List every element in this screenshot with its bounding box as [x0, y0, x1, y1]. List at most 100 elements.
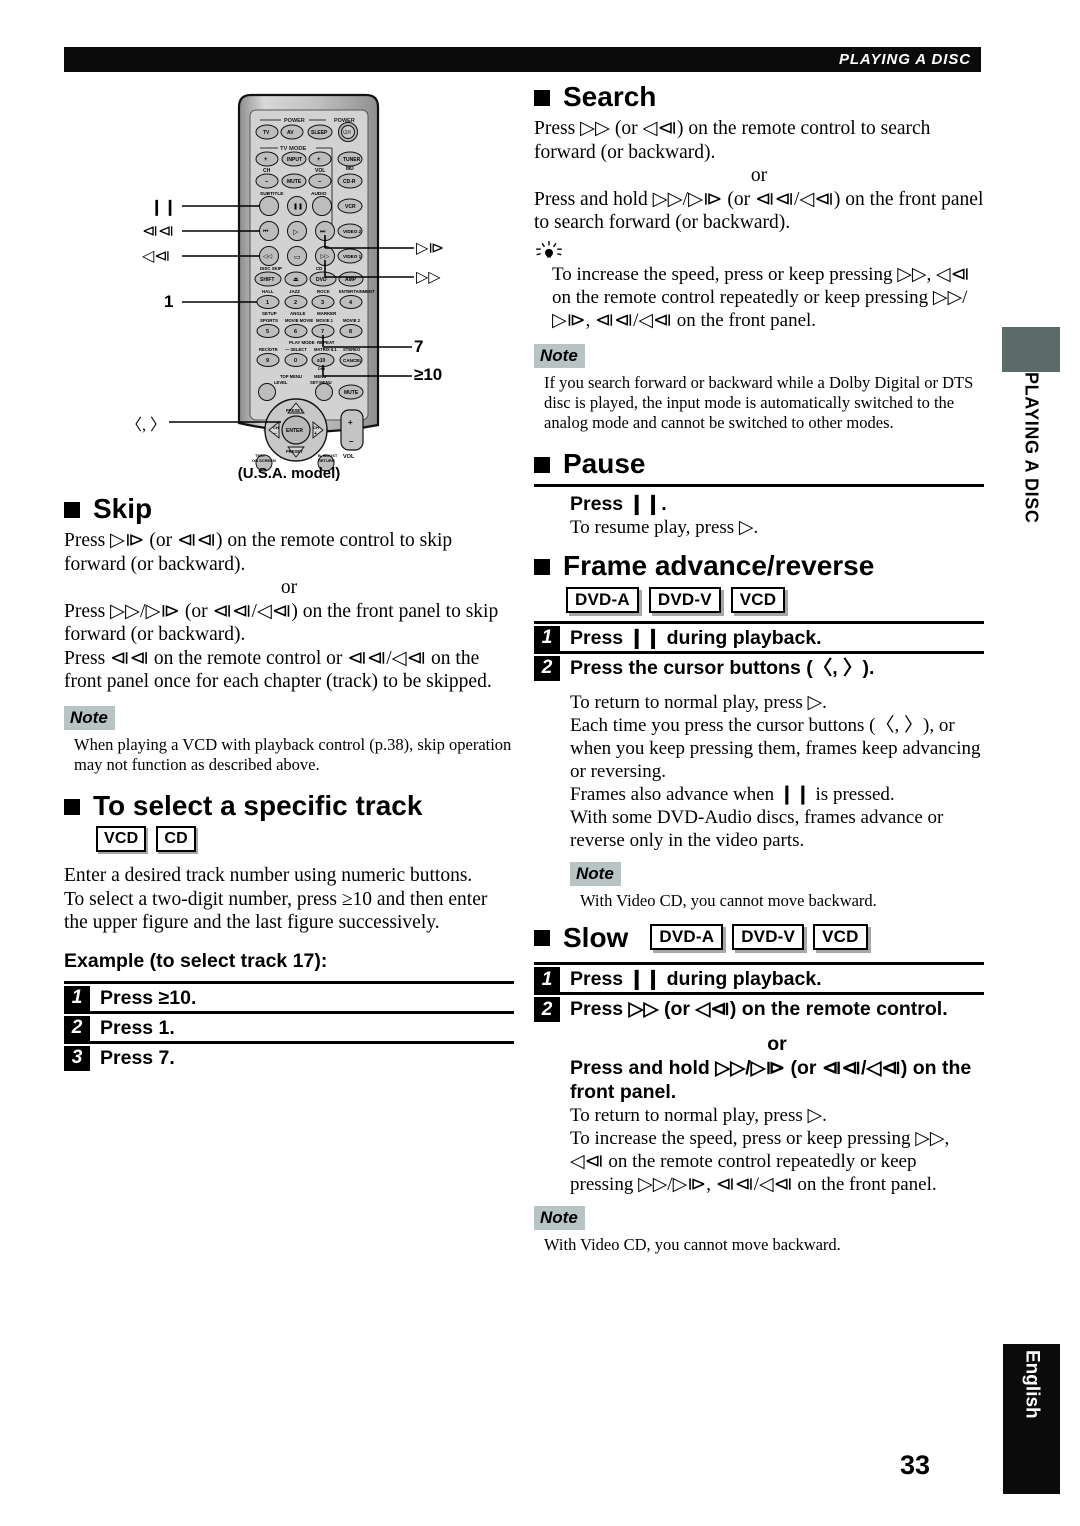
pause-press-line: Press ❙❙. — [570, 493, 667, 516]
svg-text:LEVEL: LEVEL — [274, 380, 288, 385]
svg-text:PLAY MODE: PLAY MODE — [289, 340, 315, 345]
svg-text:TV MODE: TV MODE — [280, 146, 307, 152]
step-text: Press 1. — [100, 1016, 175, 1039]
bullet-square-icon — [64, 501, 80, 518]
heading-specific-track: To select a specific track — [64, 790, 514, 820]
svg-text:⏭: ⏭ — [320, 228, 326, 235]
heading-slow-label: Slow — [563, 921, 629, 953]
svg-text:DVD: DVD — [316, 277, 327, 283]
tip-lightbulb-icon — [536, 240, 562, 258]
step-row: 1 Press ❙❙ during playback. — [534, 962, 984, 993]
step-row: 2 Press the cursor buttons (〈, 〉). To re… — [534, 650, 984, 852]
svg-text:ROCK: ROCK — [317, 289, 331, 294]
svg-text:2: 2 — [294, 300, 297, 306]
callout-search-back: ◁⧏ — [142, 248, 171, 265]
callout-number-7: 7 — [414, 337, 424, 356]
svg-text:3: 3 — [321, 300, 324, 306]
step-row: 2 Press ▷▷ (or ◁⧏) on the remote control… — [534, 992, 984, 1196]
svg-text:REC/DTR: REC/DTR — [259, 347, 278, 352]
step-row: 2 Press 1. — [64, 1010, 514, 1041]
media-badge-vcd: VCD — [813, 924, 868, 951]
media-badge-vcd: VCD — [96, 826, 147, 853]
frame-sub-1: To return to normal play, press ▷. — [570, 691, 827, 713]
step-text: Press 7. — [100, 1046, 175, 1069]
svg-text:ON SCREEN: ON SCREEN — [252, 458, 276, 463]
note-badge: Note — [534, 343, 585, 368]
svg-text:MD: MD — [346, 166, 354, 172]
slow-sub-2: To increase the speed, press or keep pre… — [570, 1128, 950, 1196]
svg-text:SHIFT: SHIFT — [260, 277, 274, 283]
callout-number-1: 1 — [164, 292, 174, 311]
svg-text:MOVIE 2: MOVIE 2 — [343, 318, 361, 323]
svg-text:RETURN: RETURN — [318, 458, 335, 463]
heading-search: Search — [534, 82, 984, 111]
skip-or: or — [280, 577, 298, 599]
frame-advance-steps: 1 Press ❙❙ during playback. 2 Press the … — [534, 620, 984, 852]
search-paragraph-2: Press and hold ▷▷/▷⧐ (or ⧏⧏/◁⧏) on the f… — [534, 188, 984, 234]
step-number: 1 — [534, 625, 560, 651]
svg-text:CD-R: CD-R — [343, 179, 356, 185]
remote-control-illustration: POWER POWER TV AV SLEEP ⏻/I TV MODE + IN… — [64, 85, 514, 490]
svg-text:+: + — [314, 431, 317, 437]
svg-text:▷▷: ▷▷ — [320, 253, 330, 260]
step-number: 2 — [534, 997, 560, 1023]
search-paragraph-1: Press ▷▷ (or ◁⧏) on the remote control t… — [534, 118, 931, 163]
running-head-text: PLAYING A DISC — [838, 51, 971, 68]
frame-advance-badges: DVD-A DVD-V VCD — [566, 586, 984, 613]
svg-text:TUNER: TUNER — [343, 157, 361, 163]
heading-frame-advance-label: Frame advance/reverse — [563, 550, 875, 582]
svg-text:6: 6 — [294, 329, 297, 335]
svg-text:+: + — [317, 157, 321, 163]
svg-text:CANCEL: CANCEL — [343, 358, 362, 363]
skip-paragraph-1: Press ▷⧐ (or ⧏⧏) on the remote control t… — [64, 530, 453, 575]
svg-text:CD: CD — [316, 266, 322, 271]
slow-or: or — [767, 1033, 787, 1056]
svg-text:0: 0 — [294, 358, 297, 364]
svg-text:DISC SKIP: DISC SKIP — [260, 266, 282, 271]
step-text: Press ≥10. — [100, 986, 197, 1009]
skip-paragraph-3: Press ⧏⧏ on the remote control or ⧏⧏/◁⧏ … — [64, 647, 492, 693]
svg-text:VIDEO 1: VIDEO 1 — [343, 254, 362, 259]
frame-advance-note: Note With Video CD, you cannot move back… — [570, 861, 984, 911]
svg-text:SLEEP: SLEEP — [311, 130, 328, 136]
step-row: 1 Press ❙❙ during playback. — [534, 620, 984, 651]
bullet-square-icon — [534, 89, 550, 106]
skip-paragraph-2: Press ▷▷/▷⧐ (or ⧏⧏/◁⧏) on the front pane… — [64, 600, 499, 646]
step-number: 1 — [534, 967, 560, 993]
frame-sub-2: Each time you press the cursor buttons (… — [570, 714, 981, 782]
note-badge: Note — [64, 705, 115, 730]
side-tab-chapter-label: PLAYING A DISC — [1021, 372, 1042, 524]
side-tab-language-label: English — [1021, 1350, 1043, 1419]
svg-text:⏮: ⏮ — [263, 228, 269, 235]
heading-pause: Pause — [534, 448, 984, 478]
media-badge-dvd-a: DVD-A — [650, 924, 724, 951]
svg-text:7: 7 — [321, 329, 324, 335]
media-badge-dvd-a: DVD-A — [566, 586, 639, 613]
svg-text:MOVIE 1: MOVIE 1 — [316, 318, 334, 323]
slow-note-text: With Video CD, you cannot move backward. — [544, 1235, 841, 1255]
step-number: 3 — [64, 1045, 90, 1071]
step-text: Press ▷▷ (or ◁⧏) on the remote control. — [570, 998, 948, 1021]
svg-text:PRESET: PRESET — [286, 449, 303, 454]
heading-slow: Slow DVD-A DVD-V VCD — [534, 921, 984, 953]
svg-text:AV: AV — [287, 130, 294, 136]
bullet-square-icon — [64, 798, 80, 815]
heading-skip: Skip — [64, 494, 514, 523]
svg-text:AMP: AMP — [345, 277, 357, 283]
svg-text:MARKER: MARKER — [317, 311, 337, 316]
callout-search-forward: ▷▷ — [416, 269, 441, 286]
right-column: Search Press ▷▷ (or ◁⧏) on the remote co… — [534, 82, 984, 1255]
specific-track-paragraph-1: Enter a desired track number using numer… — [64, 865, 473, 887]
svg-text:9: 9 — [266, 358, 269, 364]
frame-sub-4: With some DVD-Audio discs, frames advanc… — [570, 806, 944, 851]
page-number: 33 — [900, 1450, 931, 1480]
svg-text:PRESET: PRESET — [286, 408, 303, 413]
pause-sub-line: To resume play, press ▷. — [570, 517, 759, 539]
step-row: 3 Press 7. — [64, 1040, 514, 1071]
note-badge: Note — [534, 1206, 585, 1231]
step-row: 1 Press ≥10. — [64, 980, 514, 1011]
side-tab-marker — [1002, 327, 1060, 372]
step-text: Press the cursor buttons (〈, 〉). — [570, 656, 875, 679]
svg-text:CH: CH — [313, 425, 319, 430]
svg-text:ENTERTAINMENT: ENTERTAINMENT — [339, 289, 375, 294]
